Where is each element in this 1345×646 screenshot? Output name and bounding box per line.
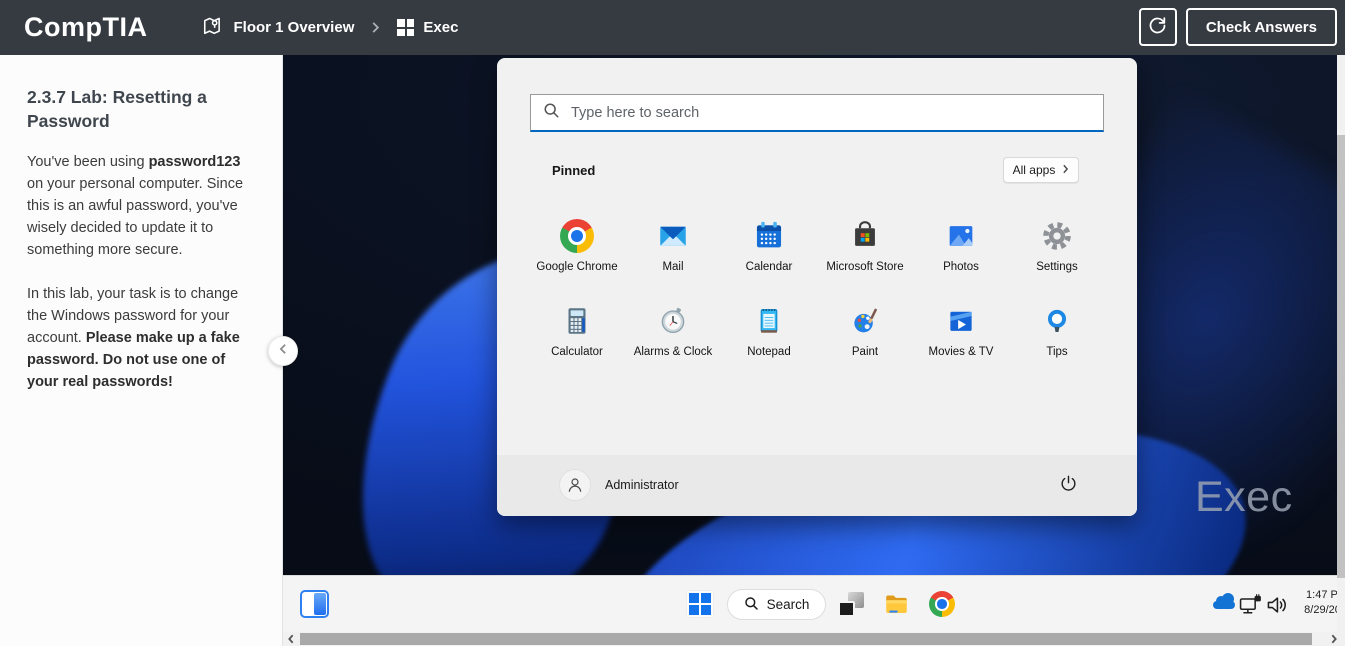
app-label: Settings (1036, 261, 1078, 273)
power-icon (1059, 474, 1078, 498)
taskbar-search-button[interactable]: Search (727, 589, 826, 620)
top-bar: CompTIA Floor 1 Overview Ex (0, 0, 1345, 55)
start-app-alarms-clock[interactable]: Alarms & Clock (625, 291, 721, 376)
all-apps-label: All apps (1013, 163, 1056, 177)
start-app-paint[interactable]: Paint (817, 291, 913, 376)
app-label: Google Chrome (536, 261, 617, 273)
task-view-icon[interactable] (838, 592, 864, 617)
comptia-logo: CompTIA (24, 12, 147, 43)
windows-icon (397, 19, 414, 36)
onedrive-cloud-icon[interactable] (1212, 597, 1236, 613)
chrome-icon[interactable] (929, 591, 955, 617)
all-apps-button[interactable]: All apps (1003, 157, 1079, 183)
start-search-input[interactable] (571, 105, 1091, 121)
map-icon (202, 15, 224, 41)
start-app-notepad[interactable]: Notepad (721, 291, 817, 376)
app-label: Alarms & Clock (634, 346, 713, 358)
notepad-icon (752, 304, 786, 338)
file-explorer-icon[interactable] (882, 590, 911, 619)
settings-gear-icon (1040, 219, 1074, 253)
breadcrumb: Floor 1 Overview Exec (202, 15, 458, 41)
lab-environment: CompTIA Floor 1 Overview Ex (0, 0, 1345, 646)
start-app-mail[interactable]: Mail (625, 206, 721, 291)
lab-instructions-panel: 2.3.7 Lab: Resetting a Password You've b… (0, 55, 283, 646)
taskbar-clock[interactable]: 1:47 PM 8/29/202 (1285, 588, 1337, 618)
clock-date: 8/29/202 (1285, 603, 1337, 618)
lab-intro-paragraph: You've been using password123 on your pe… (27, 151, 256, 261)
taskbar: Search 1:47 PM 8/29/202 (283, 575, 1337, 632)
tips-bulb-icon (1040, 304, 1074, 338)
taskbar-search-label: Search (767, 597, 810, 612)
network-icon[interactable] (1237, 592, 1263, 618)
breadcrumb-exec[interactable]: Exec (397, 19, 458, 36)
machine-watermark: Exec (1195, 473, 1293, 522)
app-label: Calculator (551, 346, 603, 358)
start-app-movies-tv[interactable]: Movies & TV (913, 291, 1009, 376)
search-icon (543, 102, 560, 124)
horizontal-scrollbar[interactable] (283, 632, 1345, 646)
app-label: Paint (852, 346, 878, 358)
app-label: Tips (1046, 346, 1067, 358)
pinned-apps-grid: Google Chrome Mail Calendar Microsoft St… (529, 206, 1105, 376)
start-button[interactable] (686, 590, 714, 618)
lab-title: 2.3.7 Lab: Resetting a Password (27, 85, 256, 133)
alarm-clock-icon (656, 304, 690, 338)
clock-time: 1:47 PM (1285, 588, 1337, 603)
start-app-microsoft-store[interactable]: Microsoft Store (817, 206, 913, 291)
vertical-scrollbar-thumb[interactable] (1337, 135, 1345, 578)
refresh-button[interactable] (1139, 8, 1177, 46)
windows-start-icon (689, 593, 711, 615)
start-app-settings[interactable]: Settings (1009, 206, 1105, 291)
app-label: Calendar (746, 261, 793, 273)
calendar-icon (752, 219, 786, 253)
start-app-google-chrome[interactable]: Google Chrome (529, 206, 625, 291)
start-search-box (530, 94, 1104, 132)
app-label: Movies & TV (929, 346, 994, 358)
start-menu: Pinned All apps Google Chrome Mail (497, 58, 1137, 516)
user-avatar-icon (559, 469, 591, 501)
app-label: Notepad (747, 346, 790, 358)
paint-palette-icon (848, 304, 882, 338)
widgets-icon[interactable] (300, 590, 329, 618)
app-label: Mail (662, 261, 683, 273)
chevron-right-icon (1062, 163, 1069, 177)
breadcrumb-floor-label: Floor 1 Overview (233, 19, 354, 36)
refresh-icon (1147, 15, 1168, 39)
app-label: Photos (943, 261, 979, 273)
app-label: Microsoft Store (826, 261, 903, 273)
top-bar-actions: Check Answers (1139, 8, 1337, 46)
sidebar-collapse-button[interactable] (268, 336, 298, 366)
lab-task-paragraph: In this lab, your task is to change the … (27, 283, 256, 393)
pinned-section-label: Pinned (552, 163, 595, 178)
mail-icon (656, 219, 690, 253)
chevron-left-icon (278, 342, 288, 360)
power-button[interactable] (1055, 473, 1081, 499)
user-account-button[interactable]: Administrator (559, 469, 679, 501)
photos-icon (944, 219, 978, 253)
breadcrumb-node-label: Exec (423, 19, 458, 36)
horizontal-scrollbar-thumb[interactable] (300, 633, 1312, 645)
scroll-right-arrow-icon[interactable] (1327, 632, 1341, 646)
chrome-icon (560, 219, 594, 253)
search-icon (744, 596, 759, 614)
vertical-scrollbar[interactable] (1337, 55, 1345, 632)
scroll-left-arrow-icon[interactable] (284, 632, 298, 646)
check-answers-button[interactable]: Check Answers (1186, 8, 1337, 46)
start-app-calculator[interactable]: Calculator (529, 291, 625, 376)
start-menu-user-bar: Administrator (497, 455, 1137, 516)
movies-tv-icon (944, 304, 978, 338)
user-name-label: Administrator (605, 478, 679, 492)
chevron-right-icon (370, 21, 381, 34)
breadcrumb-floor-overview[interactable]: Floor 1 Overview (202, 15, 354, 41)
start-app-tips[interactable]: Tips (1009, 291, 1105, 376)
start-app-calendar[interactable]: Calendar (721, 206, 817, 291)
start-app-photos[interactable]: Photos (913, 206, 1009, 291)
calculator-icon (560, 304, 594, 338)
microsoft-store-icon (848, 219, 882, 253)
